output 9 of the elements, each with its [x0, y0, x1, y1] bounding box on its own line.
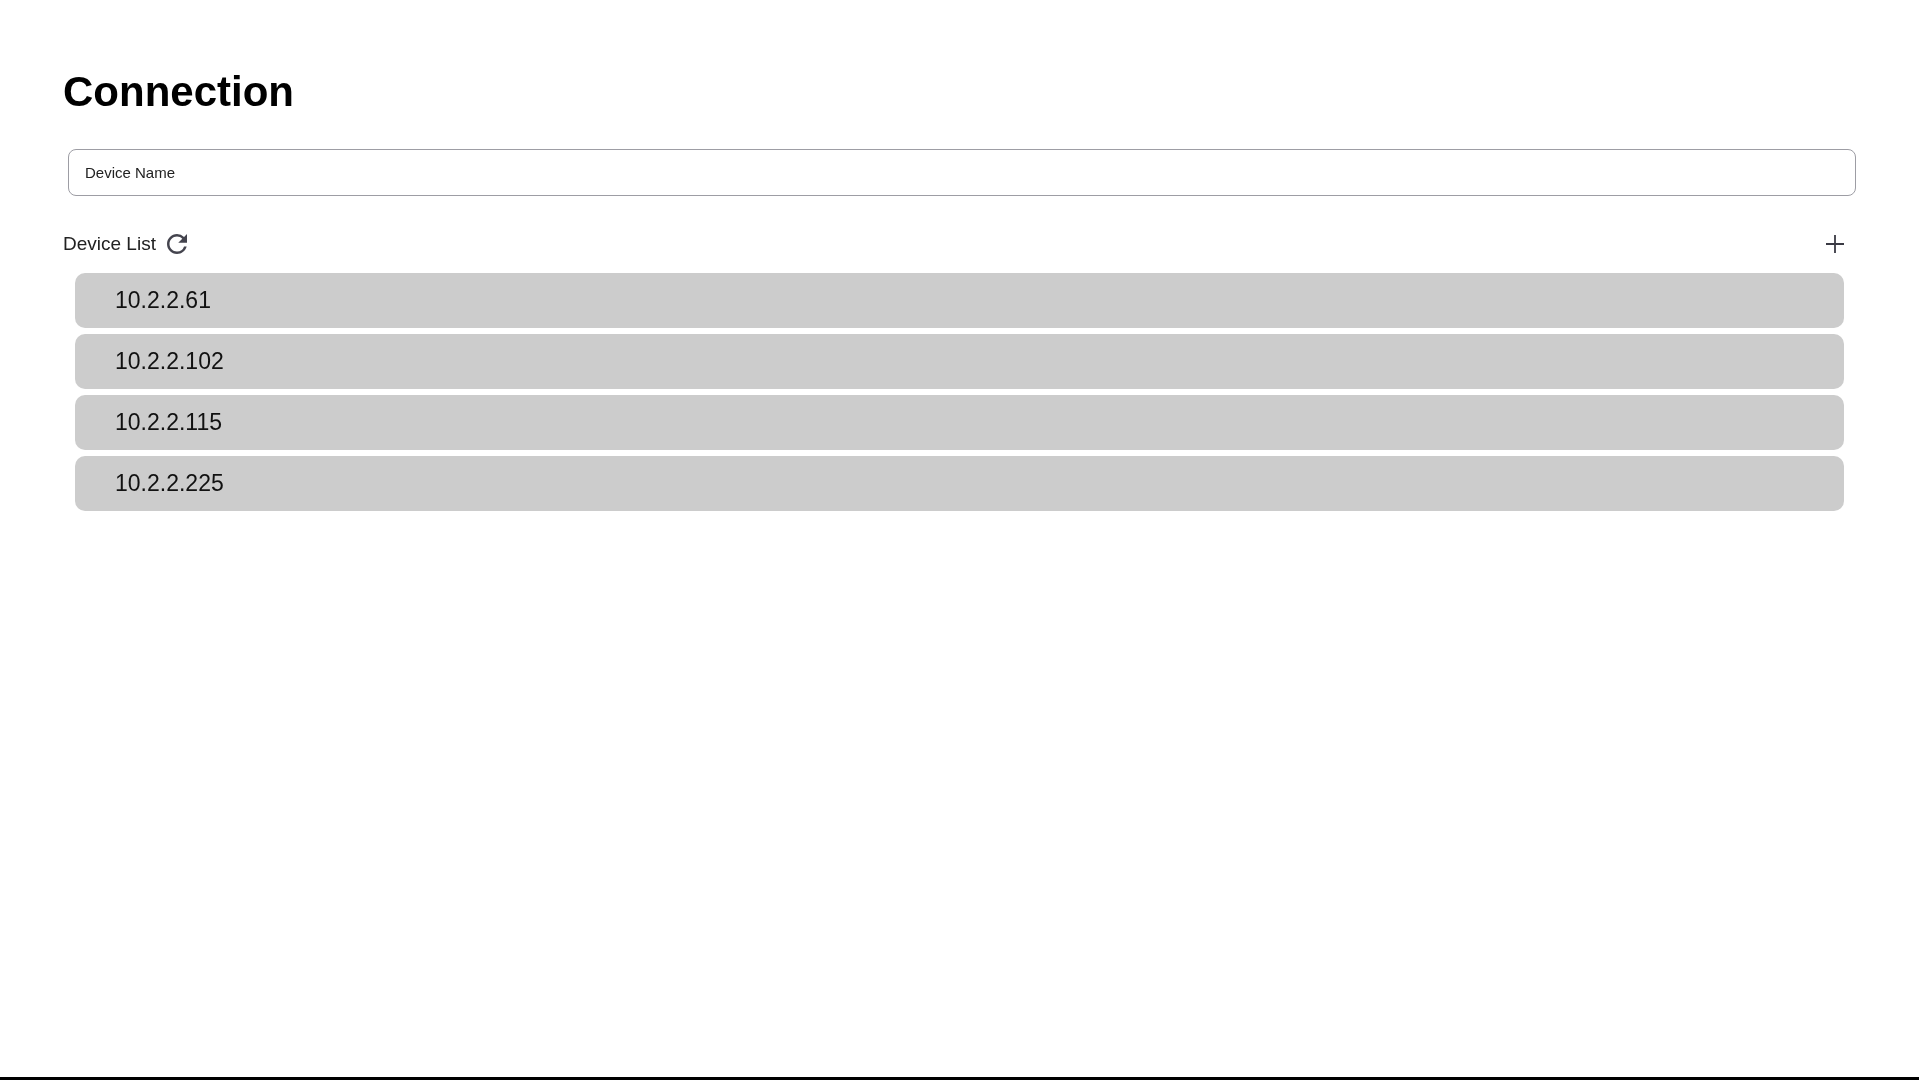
- plus-icon[interactable]: [1826, 235, 1844, 253]
- device-list-item[interactable]: 10.2.2.61: [75, 273, 1844, 328]
- device-list-item[interactable]: 10.2.2.225: [75, 456, 1844, 511]
- device-name-field[interactable]: Device Name: [68, 149, 1856, 196]
- refresh-icon[interactable]: [166, 234, 187, 254]
- device-list-item[interactable]: 10.2.2.102: [75, 334, 1844, 389]
- device-list-item[interactable]: 10.2.2.115: [75, 395, 1844, 450]
- page-title: Connection: [63, 68, 294, 116]
- device-list-label: Device List: [63, 232, 156, 256]
